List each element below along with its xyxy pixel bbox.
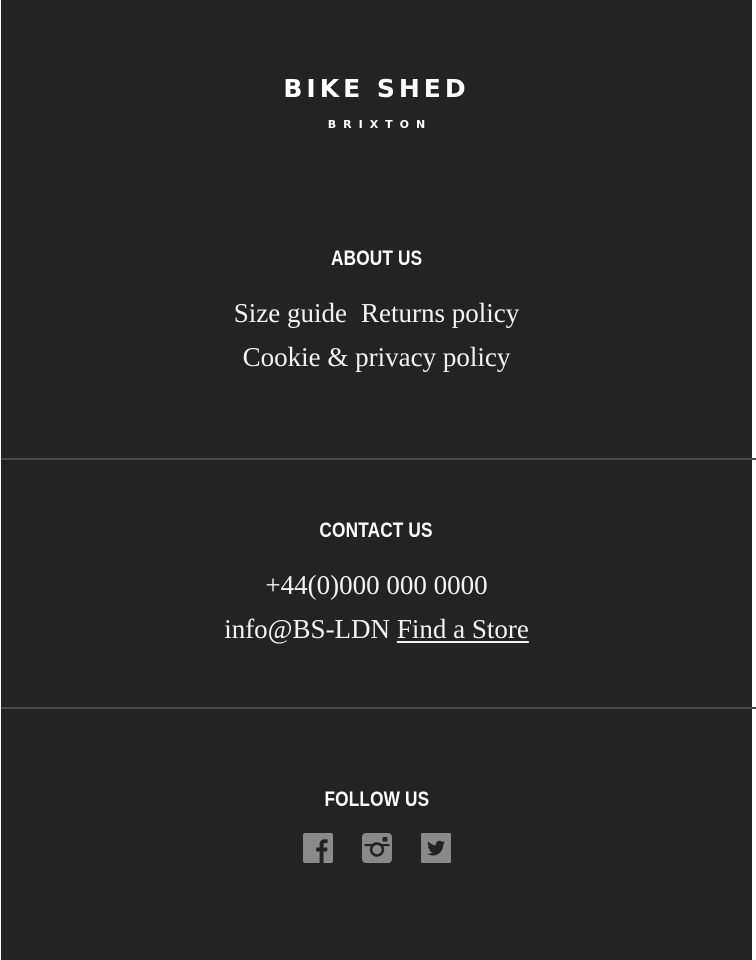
phone-number: +44(0)000 000 0000 [265, 570, 488, 600]
logo-wordmark: BIKE SHED [283, 74, 470, 103]
returns-policy-link[interactable]: Returns policy [361, 298, 519, 328]
size-guide-link[interactable]: Size guide [234, 298, 347, 328]
follow-heading: FOLLOW US [324, 788, 429, 811]
contact-heading: CONTACT US [319, 519, 434, 542]
contact-section: CONTACT US +44(0)000 000 0000 info@BS-LD… [1, 518, 752, 651]
brand-logo[interactable]: BIKE SHED BRIXTON [1, 74, 752, 132]
site-footer: BIKE SHED BRIXTON ABOUT US Size guide Ret… [1, 0, 756, 960]
logo-location: BRIXTON [327, 118, 433, 131]
about-heading: ABOUT US [330, 247, 423, 270]
divider-top [1, 458, 756, 460]
cookie-privacy-link[interactable]: Cookie & privacy policy [243, 342, 511, 372]
follow-section: FOLLOW US [1, 787, 752, 863]
instagram-icon[interactable] [361, 833, 392, 863]
facebook-icon[interactable] [302, 833, 333, 863]
find-store-link[interactable]: Find a Store [397, 614, 529, 644]
email-address: info@BS-LDN [224, 614, 391, 644]
social-links [1, 833, 752, 863]
about-section: ABOUT US Size guide Returns policy Cookie… [1, 246, 752, 379]
divider-bottom [1, 707, 756, 709]
twitter-icon[interactable] [420, 833, 451, 863]
